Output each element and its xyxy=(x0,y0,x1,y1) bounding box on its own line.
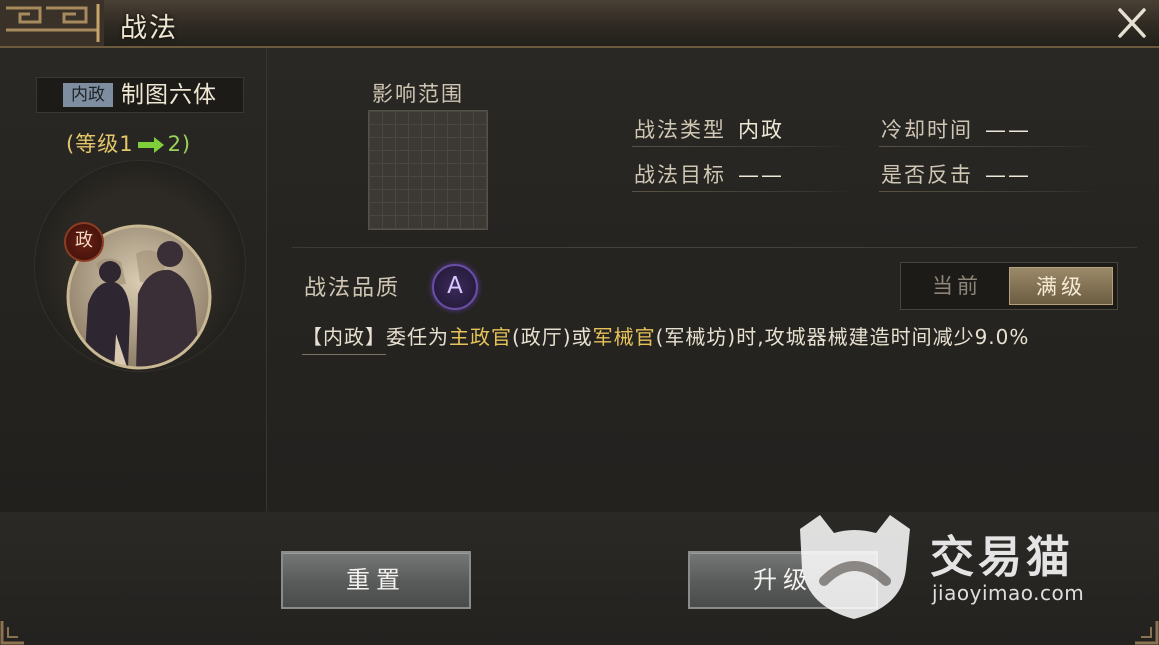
scope-grid xyxy=(368,110,488,230)
divider xyxy=(292,247,1137,248)
toggle-max-button[interactable]: 满级 xyxy=(1009,267,1113,305)
title-ornament-icon xyxy=(0,0,104,46)
description-part-3: (军械坊)时,攻城器械建造时间减少9.0% xyxy=(655,325,1030,349)
skill-type-tag: 内政 xyxy=(63,83,113,107)
description-tag: 【内政】 xyxy=(302,320,386,355)
quality-label: 战法品质 xyxy=(304,276,401,301)
skill-name-box: 内政 制图六体 xyxy=(36,77,244,113)
info-type: 战法类型 内政 xyxy=(634,116,784,144)
info-cooldown: 冷却时间 —— xyxy=(881,116,1031,144)
info-target-underline xyxy=(632,191,852,192)
watermark-brand: 交易猫 xyxy=(930,532,1074,583)
level-change: (等级1 2) xyxy=(66,128,191,158)
reset-button[interactable]: 重置 xyxy=(281,551,471,609)
info-counter-value: —— xyxy=(985,163,1031,187)
description-part-2: (政厅)或 xyxy=(512,325,593,349)
level-from: (等级1 xyxy=(66,132,134,156)
info-counter-key: 是否反击 xyxy=(881,163,973,187)
info-target-key: 战法目标 xyxy=(634,163,726,187)
quality-grade-badge: A xyxy=(432,264,478,310)
watermark: 交易猫 jiaoyimao.com xyxy=(790,505,1120,625)
corner-ornament-icon xyxy=(1135,621,1159,645)
skill-name: 制图六体 xyxy=(121,82,217,108)
info-cooldown-value: —— xyxy=(985,118,1031,142)
info-cooldown-underline xyxy=(879,146,1099,147)
level-toggle: 当前 满级 xyxy=(900,262,1118,310)
scope-label: 影响范围 xyxy=(372,82,464,106)
corner-ornament-icon xyxy=(0,621,24,645)
info-counter-underline xyxy=(879,191,1099,192)
cat-logo-icon xyxy=(800,515,910,619)
close-icon[interactable] xyxy=(1112,4,1152,42)
toggle-current-button[interactable]: 当前 xyxy=(905,267,1009,305)
description-part-1: 委任为 xyxy=(386,325,449,349)
info-target: 战法目标 —— xyxy=(634,161,784,189)
info-type-value: 内政 xyxy=(738,118,784,142)
info-target-value: —— xyxy=(738,163,784,187)
description-highlight-2: 军械官 xyxy=(592,325,656,349)
skill-window: 战法 内政 制图六体 (等级1 2) 政 影响范围 战法类型 内政 战法目标 —… xyxy=(0,0,1159,645)
skill-description: 【内政】委任为主政官(政厅)或军械官(军械坊)时,攻城器械建造时间减少9.0% xyxy=(302,320,1132,355)
info-type-underline xyxy=(632,146,852,147)
politics-badge: 政 xyxy=(64,222,104,262)
watermark-url: jiaoyimao.com xyxy=(932,581,1085,605)
info-counter: 是否反击 —— xyxy=(881,161,1031,189)
arrow-right-icon xyxy=(137,137,164,153)
description-highlight-1: 主政官 xyxy=(449,325,512,349)
info-cooldown-key: 冷却时间 xyxy=(881,118,973,142)
info-type-key: 战法类型 xyxy=(634,118,726,142)
level-to: 2) xyxy=(167,132,192,156)
title-bar: 战法 xyxy=(0,0,1159,48)
window-title: 战法 xyxy=(120,13,178,44)
